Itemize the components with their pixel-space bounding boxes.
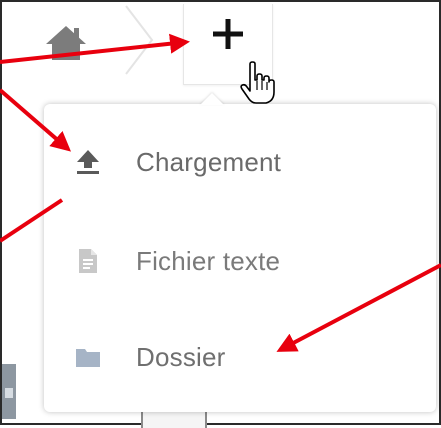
chevron-right-icon: [122, 4, 158, 76]
hand-cursor-icon: [240, 61, 275, 104]
background-thumbnail: [2, 364, 16, 419]
upload-icon: [77, 150, 99, 174]
breadcrumb: [2, 2, 439, 98]
menu-item-folder[interactable]: Dossier: [44, 313, 436, 401]
text-file-icon: [79, 249, 97, 273]
menu-item-label: Fichier texte: [136, 246, 281, 276]
home-icon: [46, 26, 86, 60]
plus-icon: [213, 19, 243, 49]
menu-item-upload[interactable]: Chargement: [44, 118, 436, 206]
new-item-menu: Chargement Fichier texte Dossier: [44, 104, 436, 412]
menu-item-text-file[interactable]: Fichier texte: [44, 217, 436, 305]
menu-caret: [200, 93, 224, 105]
menu-item-label: Chargement: [136, 147, 282, 177]
menu-item-label: Dossier: [136, 342, 226, 372]
home-button[interactable]: [42, 18, 90, 66]
folder-icon: [76, 349, 100, 367]
